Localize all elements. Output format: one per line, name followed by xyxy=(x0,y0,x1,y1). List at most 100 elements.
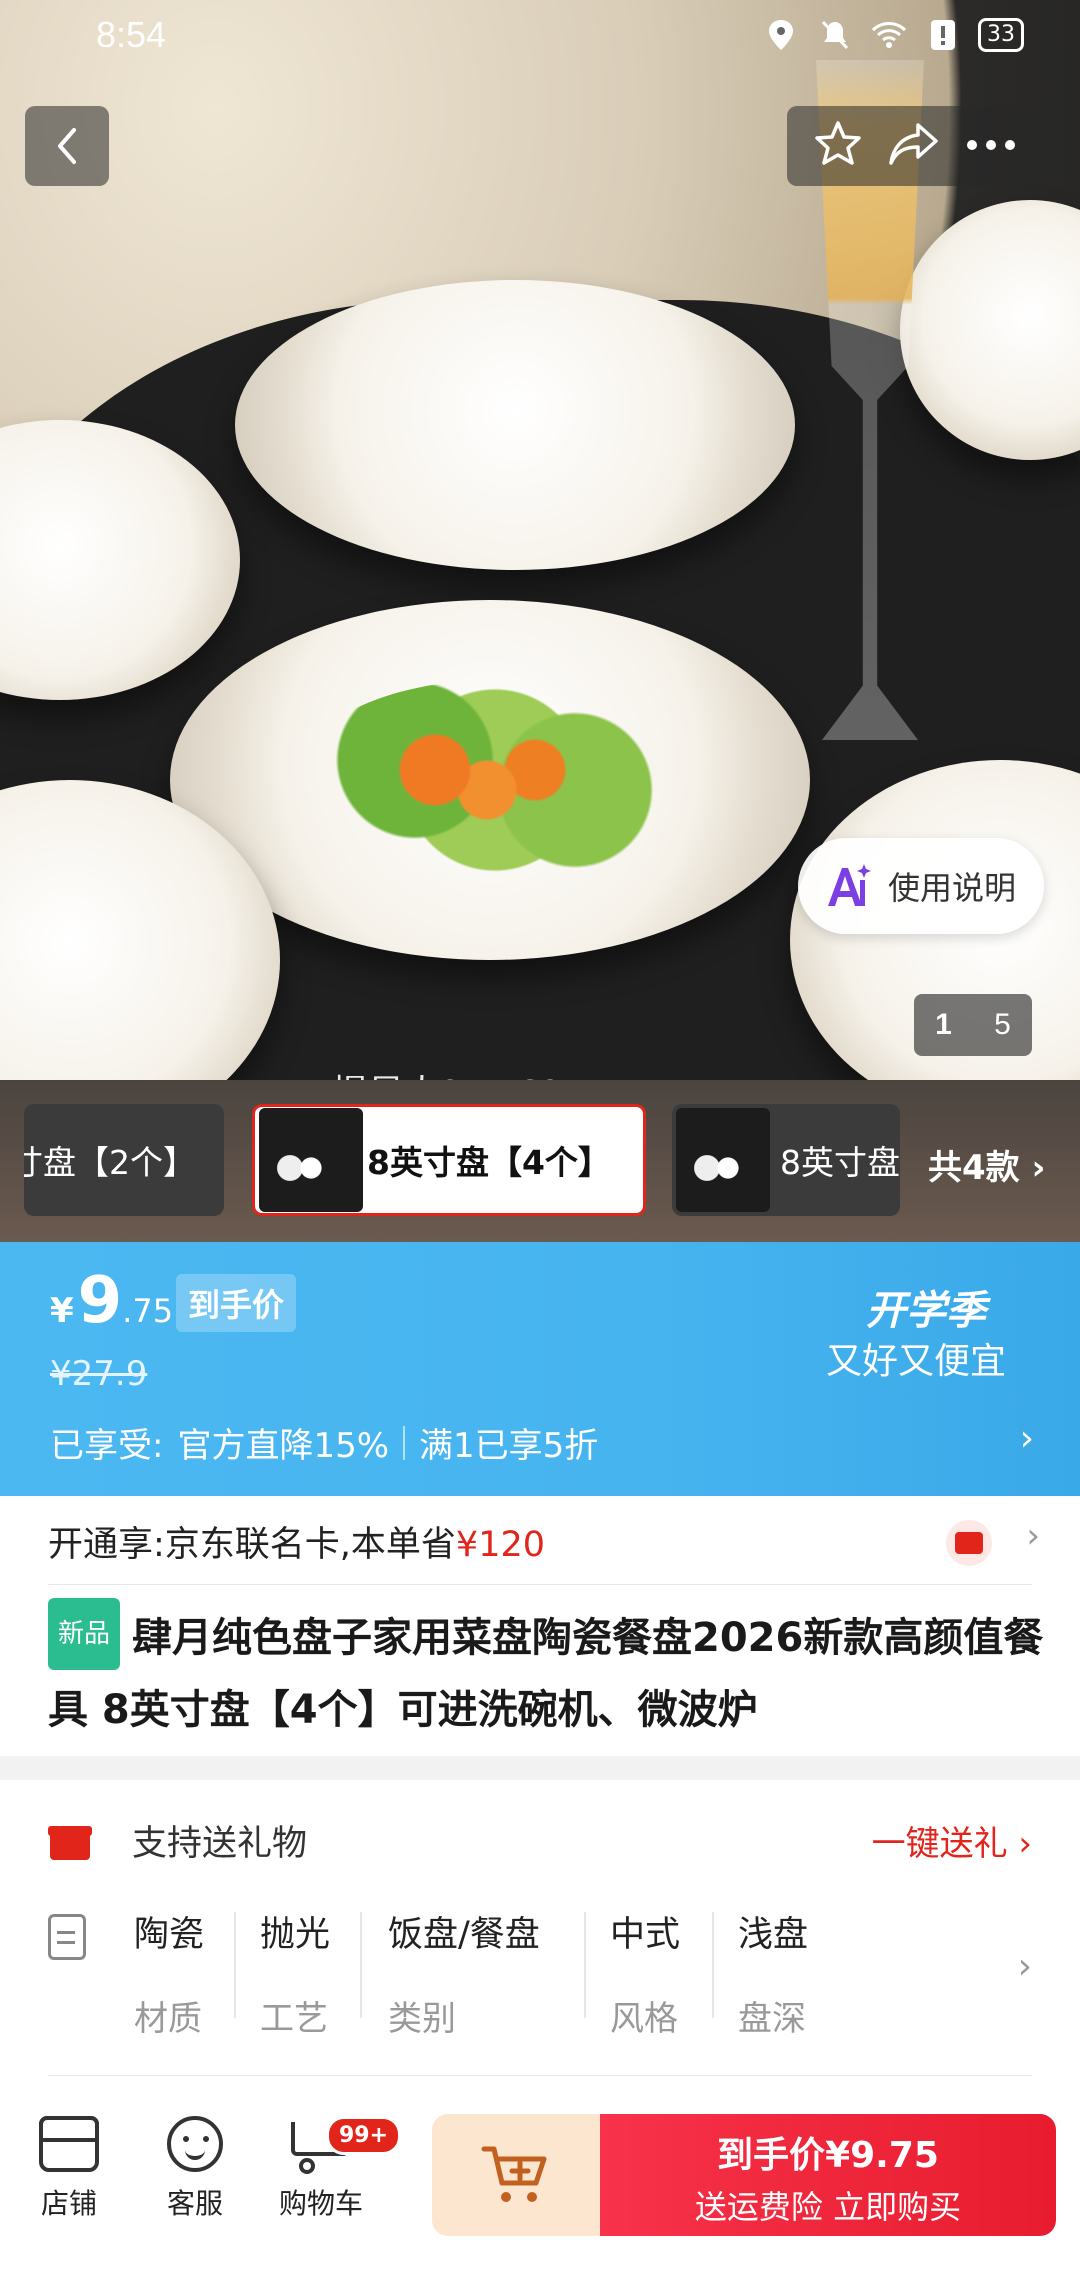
favorite-button[interactable] xyxy=(813,119,863,173)
promo-deal: 满1已享5折 xyxy=(419,1426,599,1466)
chevron-left-icon xyxy=(58,128,76,164)
customer-service-button[interactable]: 客服 xyxy=(140,2116,250,2222)
promo-separator xyxy=(403,1425,406,1460)
alert-icon xyxy=(924,16,962,54)
promo-line[interactable]: 已享受: 官方直降15% 满1已享5折 xyxy=(50,1418,598,1467)
spec-value: 饭盘/餐盘 xyxy=(388,1915,540,1955)
chevron-right-icon[interactable]: › xyxy=(1020,1418,1034,1459)
buy-now-button[interactable]: 到手价¥9.75 送运费险 立即购买 xyxy=(600,2114,1056,2236)
sku-more-label: 共4款 xyxy=(928,1148,1020,1188)
divider xyxy=(234,1912,236,2018)
card-icon xyxy=(946,1520,992,1566)
sku-option[interactable]: 寸盘【2个】 xyxy=(24,1104,224,1216)
store-button[interactable]: 店铺 xyxy=(14,2116,124,2222)
more-dots-icon xyxy=(966,139,1015,150)
buy-now-price: 到手价¥9.75 xyxy=(600,2126,1056,2178)
ai-sparkle-icon xyxy=(828,864,871,906)
document-icon xyxy=(48,1914,86,1960)
divider xyxy=(712,1912,714,2018)
price-decimal: .75 xyxy=(122,1292,174,1330)
gift-row[interactable]: 支持送礼物 一键送礼 › xyxy=(48,1810,1032,1870)
image-pager: 1 5 xyxy=(914,994,1032,1056)
share-button[interactable] xyxy=(888,121,940,171)
pager-total: 5 xyxy=(994,1008,1011,1041)
buy-price: 9.75 xyxy=(850,2135,939,2176)
status-time: 8:54 xyxy=(96,14,167,55)
status-icons: 33 xyxy=(762,16,1024,54)
spec-value: 浅盘 xyxy=(738,1915,809,1955)
promo-prefix: 已享受: xyxy=(50,1426,164,1466)
location-icon xyxy=(762,16,800,54)
bottom-action-bar: 店铺 客服 购物车 99+ 到手价¥9.75 送运费险 立即购买 xyxy=(0,2076,1080,2280)
spec-value: 中式 xyxy=(610,1915,681,1955)
season-campaign-subtitle: 又好又便宜 xyxy=(825,1341,1006,1382)
price-tag: 到手价 xyxy=(176,1274,297,1332)
status-bar: 8:54 33 xyxy=(0,0,1080,72)
spec-item: 陶瓷 材质 xyxy=(134,1906,204,2040)
spec-key: 工艺 xyxy=(260,1999,328,2039)
ai-instructions-button[interactable]: 使用说明 xyxy=(798,838,1044,934)
chevron-right-icon: › xyxy=(1031,1148,1046,1188)
buy-currency: ¥ xyxy=(825,2135,851,2176)
spec-value: 陶瓷 xyxy=(134,1915,205,1955)
sku-thumbnail xyxy=(259,1108,363,1212)
product-title-text: 肆月纯色盘子家用菜盘陶瓷餐盘2026新款高颜值餐具 8英寸盘【4个】可进洗碗机、… xyxy=(48,1615,1044,1733)
spec-key: 材质 xyxy=(134,1999,202,2039)
spec-value: 抛光 xyxy=(260,1915,331,1955)
service-spec-panel: 支持送礼物 一键送礼 › 陶瓷 材质 抛光 工艺 饭盘/餐盘 类别 中式 风格 … xyxy=(0,1780,1080,2076)
card-offer-amount: ¥120 xyxy=(455,1525,545,1565)
back-button[interactable] xyxy=(25,106,109,186)
gift-label: 支持送礼物 xyxy=(132,1823,308,1864)
gift-icon xyxy=(48,1818,92,1862)
spec-row[interactable]: 陶瓷 材质 抛光 工艺 饭盘/餐盘 类别 中式 风格 浅盘 盘深 › xyxy=(48,1906,1032,2039)
send-gift-button[interactable]: 一键送礼 › xyxy=(872,1816,1032,1865)
star-icon xyxy=(815,121,862,165)
spec-item: 中式 风格 xyxy=(610,1906,680,2040)
salad-image xyxy=(295,680,695,880)
cart-label: 购物车 xyxy=(278,2187,363,2220)
add-cart-icon xyxy=(481,2146,547,2202)
chevron-right-icon[interactable]: › xyxy=(1026,1516,1040,1556)
store-label: 店铺 xyxy=(40,2187,97,2220)
sku-more-button[interactable]: 共4款 › xyxy=(928,1140,1046,1189)
spec-key: 风格 xyxy=(610,1999,678,2039)
spec-item: 抛光 工艺 xyxy=(260,1906,330,2040)
buy-price-label: 到手价 xyxy=(717,2135,826,2176)
spec-item: 浅盘 盘深 xyxy=(738,1906,808,2040)
new-badge: 新品 xyxy=(48,1598,121,1670)
ai-button-label: 使用说明 xyxy=(888,869,1017,907)
purchase-buttons: 到手价¥9.75 送运费险 立即购买 xyxy=(432,2114,1056,2236)
price-integer: 9 xyxy=(77,1264,123,1338)
wifi-icon xyxy=(870,16,908,54)
product-title: 新品 肆月纯色盘子家用菜盘陶瓷餐盘2026新款高颜值餐具 8英寸盘【4个】可进洗碗… xyxy=(48,1598,1048,1744)
smiley-service-icon xyxy=(167,2116,223,2172)
price-banner: ¥ 9 .75 到手价 ¥27.9 已享受: 官方直降15% 满1已享5折 › … xyxy=(0,1242,1080,1496)
sku-option[interactable]: 8英寸盘 xyxy=(672,1104,900,1216)
mute-bell-icon xyxy=(816,16,854,54)
sku-option-label: 8英寸盘 xyxy=(780,1143,900,1182)
chevron-right-icon[interactable]: › xyxy=(1018,1946,1032,1987)
divider xyxy=(360,1912,362,2018)
divider xyxy=(48,1584,1032,1585)
price-currency: ¥ xyxy=(50,1291,74,1331)
card-offer-text: 开通享:京东联名卡,本单省 xyxy=(48,1525,456,1565)
cart-count-badge: 99+ xyxy=(326,2116,402,2155)
credit-card-offer[interactable]: 开通享:京东联名卡,本单省¥120 xyxy=(48,1516,545,1567)
send-gift-label: 一键送礼 xyxy=(871,1824,1008,1864)
plate-image xyxy=(235,280,795,570)
battery-indicator: 33 xyxy=(978,18,1024,52)
sku-thumbnail xyxy=(676,1108,770,1212)
divider xyxy=(584,1912,586,2018)
season-campaign-title: 开学季 xyxy=(866,1288,986,1334)
sku-option-label: 寸盘【2个】 xyxy=(24,1143,196,1182)
store-icon xyxy=(39,2116,99,2172)
more-button[interactable] xyxy=(965,137,1017,156)
product-info-panel: 开通享:京东联名卡,本单省¥120 › 新品 肆月纯色盘子家用菜盘陶瓷餐盘2026… xyxy=(0,1496,1080,1756)
share-icon xyxy=(889,123,938,165)
add-to-cart-button[interactable] xyxy=(432,2114,600,2236)
sku-option-selected[interactable]: 8英寸盘【4个】 xyxy=(252,1104,646,1216)
sku-selector-strip: 寸盘【2个】 8英寸盘【4个】 8英寸盘 xyxy=(0,1080,1080,1242)
spec-key: 类别 xyxy=(388,1999,456,2039)
service-label: 客服 xyxy=(166,2187,223,2220)
original-price: ¥27.9 xyxy=(50,1354,148,1394)
